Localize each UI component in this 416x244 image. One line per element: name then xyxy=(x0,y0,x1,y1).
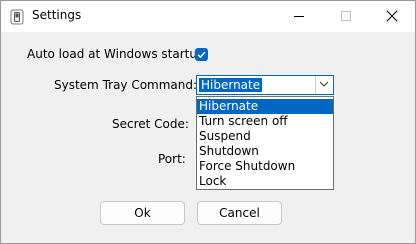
ok-button[interactable]: Ok xyxy=(100,201,185,225)
tray-command-label: System Tray Command: xyxy=(54,78,198,92)
autoload-label: Auto load at Windows startup: xyxy=(27,47,209,61)
maximize-icon xyxy=(341,11,351,21)
minimize-icon xyxy=(294,16,304,17)
option-turn-screen-off[interactable]: Turn screen off xyxy=(197,114,333,129)
option-hibernate[interactable]: Hibernate xyxy=(197,99,333,114)
option-force-shutdown[interactable]: Force Shutdown xyxy=(197,159,333,174)
tray-command-dropdown-list: Hibernate Turn screen off Suspend Shutdo… xyxy=(196,96,334,190)
option-shutdown[interactable]: Shutdown xyxy=(197,144,333,159)
close-button[interactable] xyxy=(369,1,415,32)
option-suspend[interactable]: Suspend xyxy=(197,129,333,144)
tray-command-value: Hibernate xyxy=(199,78,263,92)
tray-command-select[interactable]: Hibernate xyxy=(196,75,334,95)
title-bar[interactable]: Settings xyxy=(1,1,415,32)
secret-code-label: Secret Code: xyxy=(112,117,189,131)
autoload-checkbox[interactable] xyxy=(195,48,208,61)
light-switch-icon xyxy=(10,9,24,25)
option-lock[interactable]: Lock xyxy=(197,174,333,189)
port-label: Port: xyxy=(158,152,186,166)
chevron-down-icon xyxy=(319,81,329,87)
maximize-button[interactable] xyxy=(323,1,369,32)
checkmark-icon xyxy=(197,51,206,59)
minimize-button[interactable] xyxy=(276,1,322,32)
dropdown-toggle[interactable] xyxy=(315,76,333,94)
cancel-button[interactable]: Cancel xyxy=(197,201,282,225)
settings-window: Settings Auto load at Windows startup: S… xyxy=(0,0,416,244)
window-title: Settings xyxy=(32,8,82,22)
close-icon xyxy=(386,10,398,22)
